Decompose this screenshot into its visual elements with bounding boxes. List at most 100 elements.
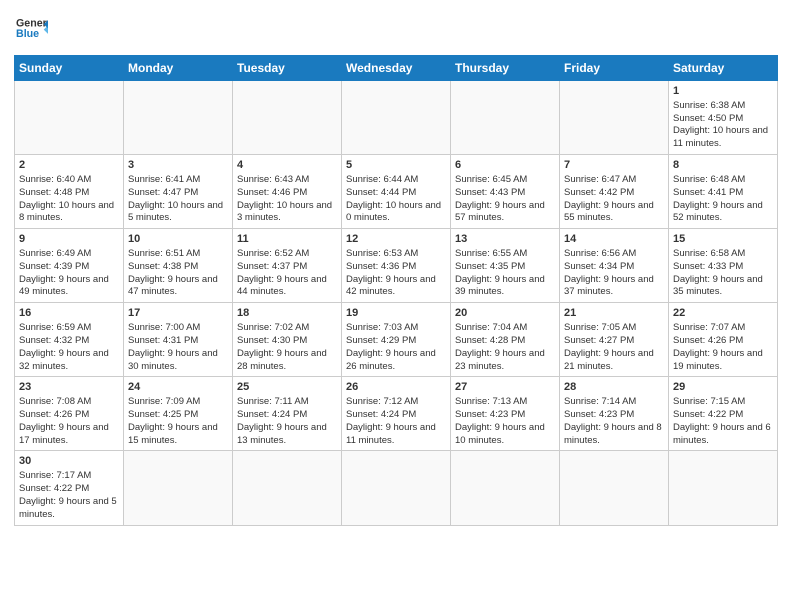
day-number: 3 xyxy=(128,158,228,173)
calendar-cell: 9Sunrise: 6:49 AMSunset: 4:39 PMDaylight… xyxy=(15,229,124,303)
weekday-thursday: Thursday xyxy=(451,56,560,81)
calendar-cell: 5Sunrise: 6:44 AMSunset: 4:44 PMDaylight… xyxy=(342,155,451,229)
day-number: 23 xyxy=(19,380,119,395)
calendar-cell xyxy=(15,81,124,155)
day-number: 24 xyxy=(128,380,228,395)
day-info: Sunrise: 6:58 AMSunset: 4:33 PMDaylight:… xyxy=(673,248,763,297)
day-info: Sunrise: 6:41 AMSunset: 4:47 PMDaylight:… xyxy=(128,174,223,223)
calendar-week-2: 2Sunrise: 6:40 AMSunset: 4:48 PMDaylight… xyxy=(15,155,778,229)
day-info: Sunrise: 6:49 AMSunset: 4:39 PMDaylight:… xyxy=(19,248,109,297)
calendar-cell: 25Sunrise: 7:11 AMSunset: 4:24 PMDayligh… xyxy=(233,377,342,451)
day-number: 28 xyxy=(564,380,664,395)
day-number: 8 xyxy=(673,158,773,173)
calendar-cell: 15Sunrise: 6:58 AMSunset: 4:33 PMDayligh… xyxy=(669,229,778,303)
calendar-cell xyxy=(233,451,342,525)
calendar-cell: 24Sunrise: 7:09 AMSunset: 4:25 PMDayligh… xyxy=(124,377,233,451)
calendar-cell: 12Sunrise: 6:53 AMSunset: 4:36 PMDayligh… xyxy=(342,229,451,303)
day-number: 14 xyxy=(564,232,664,247)
calendar-table: SundayMondayTuesdayWednesdayThursdayFrid… xyxy=(14,55,778,526)
day-info: Sunrise: 6:53 AMSunset: 4:36 PMDaylight:… xyxy=(346,248,436,297)
day-info: Sunrise: 6:56 AMSunset: 4:34 PMDaylight:… xyxy=(564,248,654,297)
day-number: 18 xyxy=(237,306,337,321)
calendar-cell: 1Sunrise: 6:38 AMSunset: 4:50 PMDaylight… xyxy=(669,81,778,155)
calendar-cell xyxy=(560,451,669,525)
calendar-cell: 28Sunrise: 7:14 AMSunset: 4:23 PMDayligh… xyxy=(560,377,669,451)
day-number: 4 xyxy=(237,158,337,173)
calendar-cell xyxy=(560,81,669,155)
calendar-cell: 27Sunrise: 7:13 AMSunset: 4:23 PMDayligh… xyxy=(451,377,560,451)
day-info: Sunrise: 6:43 AMSunset: 4:46 PMDaylight:… xyxy=(237,174,332,223)
calendar-week-4: 16Sunrise: 6:59 AMSunset: 4:32 PMDayligh… xyxy=(15,303,778,377)
day-number: 5 xyxy=(346,158,446,173)
day-number: 9 xyxy=(19,232,119,247)
header: General Blue xyxy=(14,10,778,49)
day-info: Sunrise: 7:00 AMSunset: 4:31 PMDaylight:… xyxy=(128,322,218,371)
day-number: 16 xyxy=(19,306,119,321)
calendar-week-5: 23Sunrise: 7:08 AMSunset: 4:26 PMDayligh… xyxy=(15,377,778,451)
calendar-cell: 30Sunrise: 7:17 AMSunset: 4:22 PMDayligh… xyxy=(15,451,124,525)
calendar-cell xyxy=(342,81,451,155)
day-number: 20 xyxy=(455,306,555,321)
calendar-cell: 14Sunrise: 6:56 AMSunset: 4:34 PMDayligh… xyxy=(560,229,669,303)
calendar-week-1: 1Sunrise: 6:38 AMSunset: 4:50 PMDaylight… xyxy=(15,81,778,155)
calendar-cell xyxy=(669,451,778,525)
calendar-cell: 17Sunrise: 7:00 AMSunset: 4:31 PMDayligh… xyxy=(124,303,233,377)
day-number: 29 xyxy=(673,380,773,395)
calendar-cell: 22Sunrise: 7:07 AMSunset: 4:26 PMDayligh… xyxy=(669,303,778,377)
day-info: Sunrise: 7:11 AMSunset: 4:24 PMDaylight:… xyxy=(237,396,327,445)
day-info: Sunrise: 6:51 AMSunset: 4:38 PMDaylight:… xyxy=(128,248,218,297)
day-info: Sunrise: 7:03 AMSunset: 4:29 PMDaylight:… xyxy=(346,322,436,371)
day-number: 10 xyxy=(128,232,228,247)
day-info: Sunrise: 7:02 AMSunset: 4:30 PMDaylight:… xyxy=(237,322,327,371)
weekday-sunday: Sunday xyxy=(15,56,124,81)
day-info: Sunrise: 6:52 AMSunset: 4:37 PMDaylight:… xyxy=(237,248,327,297)
page: General Blue SundayMondayT xyxy=(0,0,792,612)
day-number: 27 xyxy=(455,380,555,395)
day-number: 12 xyxy=(346,232,446,247)
day-number: 7 xyxy=(564,158,664,173)
calendar-cell: 21Sunrise: 7:05 AMSunset: 4:27 PMDayligh… xyxy=(560,303,669,377)
day-number: 26 xyxy=(346,380,446,395)
weekday-wednesday: Wednesday xyxy=(342,56,451,81)
calendar-cell: 4Sunrise: 6:43 AMSunset: 4:46 PMDaylight… xyxy=(233,155,342,229)
calendar-cell: 3Sunrise: 6:41 AMSunset: 4:47 PMDaylight… xyxy=(124,155,233,229)
day-number: 25 xyxy=(237,380,337,395)
calendar-cell: 29Sunrise: 7:15 AMSunset: 4:22 PMDayligh… xyxy=(669,377,778,451)
calendar-cell xyxy=(451,81,560,155)
calendar-week-6: 30Sunrise: 7:17 AMSunset: 4:22 PMDayligh… xyxy=(15,451,778,525)
calendar-cell: 20Sunrise: 7:04 AMSunset: 4:28 PMDayligh… xyxy=(451,303,560,377)
day-info: Sunrise: 6:40 AMSunset: 4:48 PMDaylight:… xyxy=(19,174,114,223)
day-info: Sunrise: 6:47 AMSunset: 4:42 PMDaylight:… xyxy=(564,174,654,223)
calendar-cell: 6Sunrise: 6:45 AMSunset: 4:43 PMDaylight… xyxy=(451,155,560,229)
calendar-cell: 11Sunrise: 6:52 AMSunset: 4:37 PMDayligh… xyxy=(233,229,342,303)
calendar-cell: 7Sunrise: 6:47 AMSunset: 4:42 PMDaylight… xyxy=(560,155,669,229)
calendar-cell: 19Sunrise: 7:03 AMSunset: 4:29 PMDayligh… xyxy=(342,303,451,377)
day-number: 19 xyxy=(346,306,446,321)
day-info: Sunrise: 7:13 AMSunset: 4:23 PMDaylight:… xyxy=(455,396,545,445)
day-info: Sunrise: 6:55 AMSunset: 4:35 PMDaylight:… xyxy=(455,248,545,297)
day-info: Sunrise: 7:17 AMSunset: 4:22 PMDaylight:… xyxy=(19,470,117,519)
logo: General Blue xyxy=(14,14,48,49)
day-info: Sunrise: 7:07 AMSunset: 4:26 PMDaylight:… xyxy=(673,322,763,371)
day-info: Sunrise: 6:59 AMSunset: 4:32 PMDaylight:… xyxy=(19,322,109,371)
day-info: Sunrise: 7:14 AMSunset: 4:23 PMDaylight:… xyxy=(564,396,662,445)
calendar-cell: 13Sunrise: 6:55 AMSunset: 4:35 PMDayligh… xyxy=(451,229,560,303)
calendar-cell xyxy=(233,81,342,155)
calendar-cell: 2Sunrise: 6:40 AMSunset: 4:48 PMDaylight… xyxy=(15,155,124,229)
calendar-cell: 10Sunrise: 6:51 AMSunset: 4:38 PMDayligh… xyxy=(124,229,233,303)
weekday-monday: Monday xyxy=(124,56,233,81)
day-info: Sunrise: 7:08 AMSunset: 4:26 PMDaylight:… xyxy=(19,396,109,445)
calendar-cell: 18Sunrise: 7:02 AMSunset: 4:30 PMDayligh… xyxy=(233,303,342,377)
day-info: Sunrise: 7:05 AMSunset: 4:27 PMDaylight:… xyxy=(564,322,654,371)
calendar-cell xyxy=(124,81,233,155)
day-info: Sunrise: 6:38 AMSunset: 4:50 PMDaylight:… xyxy=(673,100,768,149)
day-info: Sunrise: 7:15 AMSunset: 4:22 PMDaylight:… xyxy=(673,396,771,445)
day-number: 15 xyxy=(673,232,773,247)
calendar-cell: 26Sunrise: 7:12 AMSunset: 4:24 PMDayligh… xyxy=(342,377,451,451)
day-number: 30 xyxy=(19,454,119,469)
day-info: Sunrise: 6:44 AMSunset: 4:44 PMDaylight:… xyxy=(346,174,441,223)
day-number: 1 xyxy=(673,84,773,99)
day-number: 22 xyxy=(673,306,773,321)
weekday-tuesday: Tuesday xyxy=(233,56,342,81)
day-info: Sunrise: 7:12 AMSunset: 4:24 PMDaylight:… xyxy=(346,396,436,445)
